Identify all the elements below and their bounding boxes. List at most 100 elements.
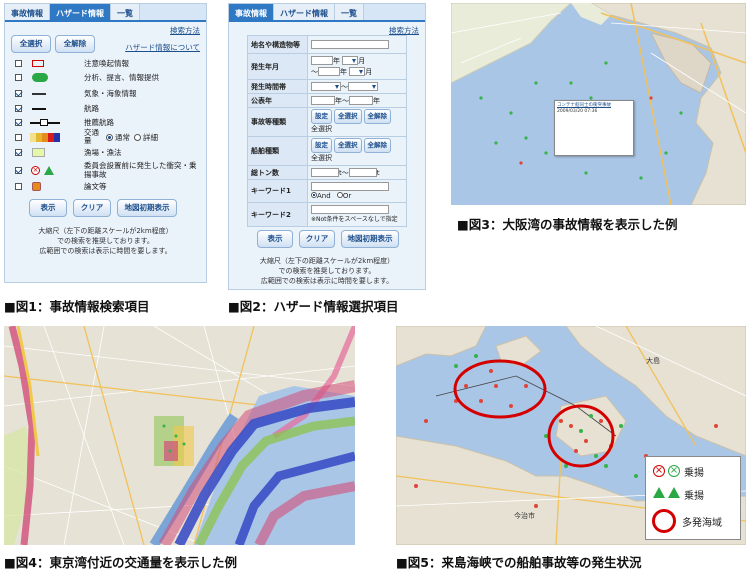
fig1-item-checkbox[interactable]: [15, 59, 22, 67]
fig2-clear-button[interactable]: クリア: [299, 230, 335, 248]
route-line-icon: [30, 104, 60, 113]
fig1-tab-list[interactable]: 一覧: [111, 4, 140, 20]
recommended-route-icon: [30, 118, 60, 127]
fig1-tab-accident[interactable]: 事故情報: [5, 4, 50, 20]
fig2-ship-setting-button[interactable]: 設定: [311, 138, 332, 153]
fig2-pub-from-input[interactable]: [311, 96, 335, 105]
fig2-keyword1-label: キーワード1: [247, 179, 308, 203]
fig2-month-to-select[interactable]: [349, 67, 366, 76]
fig1-item-row[interactable]: 漁場・漁法: [15, 146, 122, 158]
fig2-ship-type-label: 船舶種類: [247, 136, 308, 166]
fig2-accident-setting-button[interactable]: 設定: [311, 109, 332, 124]
fig1-item-row[interactable]: 気象・海象情報: [15, 87, 137, 99]
collision-x-icon: ×: [653, 465, 665, 477]
fig4-map-svg: [4, 326, 355, 545]
fig1-select-all-button[interactable]: 全選択: [11, 35, 51, 53]
fig5-legend: × × 乗揚 乗揚 多発海域: [645, 456, 741, 540]
radio-selected-icon[interactable]: [106, 133, 113, 141]
fig1-item-checkbox[interactable]: [15, 118, 22, 126]
fig1-item-checkbox[interactable]: [15, 182, 22, 190]
fig2-time-to-select[interactable]: [348, 82, 378, 91]
fig2-ship-select-all-button[interactable]: 全選択: [334, 138, 362, 153]
fig1-tab-hazard[interactable]: ハザード情報: [50, 4, 111, 20]
fig1-search-method-link[interactable]: 検索方法: [170, 25, 200, 36]
fig2-year-from-input[interactable]: [311, 56, 333, 65]
fig5-caption: ■図5：来島海峡での船舶事故等の発生状況: [396, 555, 642, 570]
fig1-item-checkbox[interactable]: [15, 89, 22, 97]
fig2-published-label: 公表年: [247, 93, 308, 108]
fig2-year-to-input[interactable]: [318, 67, 340, 76]
fig1-clear-button[interactable]: クリア: [73, 199, 111, 217]
fig1-item-row[interactable]: × 委員会設置前に発生した衝突・乗揚事故: [15, 160, 200, 180]
fig2-tab-list[interactable]: 一覧: [335, 4, 364, 20]
fig2-not-note: ※Not条件をスペースなしで指定: [311, 216, 398, 223]
fig2-accident-select-all-button[interactable]: 全選択: [334, 109, 362, 124]
fig5-label-imabari: 今治市: [514, 512, 535, 520]
hotspot-circle-icon: [652, 509, 676, 533]
fig2-month-from-select[interactable]: [342, 56, 359, 65]
fig1-item-row[interactable]: 交通量 通常 詳細: [15, 129, 158, 145]
fig1-item-checkbox[interactable]: [15, 166, 22, 174]
fig2-accident-status: 全選択: [311, 125, 332, 133]
collision-x-green-icon: ×: [668, 465, 680, 477]
fig2-tab-hazard[interactable]: ハザード情報: [274, 4, 335, 20]
fig3-info-popup[interactable]: コンテナ船同士の衝突事故 2009/03/20 07:36: [554, 100, 634, 156]
fig1-caption: ■図1：事故情報検索項目: [4, 299, 150, 314]
fig2-ship-status: 全選択: [311, 154, 332, 162]
fig1-item-checkbox[interactable]: [15, 104, 22, 112]
fig1-tab-bar: 事故情報 ハザード情報 一覧: [5, 4, 206, 22]
fig2-accident-deselect-button[interactable]: 全解除: [363, 109, 391, 124]
fig2-keyword1-input[interactable]: [311, 181, 389, 191]
fig5-legend-label-2: 乗揚: [684, 491, 704, 502]
fig1-item-row[interactable]: 注意喚起情報: [15, 57, 129, 69]
fig1-item-label: 論文等: [84, 181, 107, 191]
fig3-popup-date: 2009/03/20 07:36: [557, 109, 598, 114]
fig5-kurushima-map[interactable]: 今治市 大島 × × 乗揚 乗揚 多発海域: [396, 326, 746, 545]
fig1-traffic-detail-label: 詳細: [143, 132, 158, 142]
fig2-caption: ■図2：ハザード情報選択項目: [228, 299, 399, 314]
fig2-search-panel: 事故情報 ハザード情報 一覧 検索方法 地名や構造物等 発生年月 年 月 〜年 …: [228, 3, 426, 290]
fig1-item-label: 注意喚起情報: [84, 58, 129, 68]
fig2-tab-accident[interactable]: 事故情報: [229, 4, 274, 20]
fig2-display-button[interactable]: 表示: [257, 230, 293, 248]
fig2-place-label: 地名や構造物等: [247, 35, 308, 54]
fig2-note: 大縮尺（左下の距離スケールが2km程度） での検索を推奨しております。 広範囲で…: [259, 257, 395, 285]
fig1-deselect-all-button[interactable]: 全解除: [55, 35, 95, 53]
fig2-keyword2-label: キーワード2: [247, 202, 308, 227]
fig2-ship-deselect-button[interactable]: 全解除: [363, 138, 391, 153]
fig2-tonnage-to-input[interactable]: [348, 168, 377, 177]
fig4-tokyo-traffic-map[interactable]: [4, 326, 355, 545]
fig1-hazard-about-link[interactable]: ハザード情報について: [125, 42, 200, 53]
fig1-item-row[interactable]: 論文等: [15, 180, 107, 192]
fig2-tonnage-from-input[interactable]: [311, 168, 339, 177]
fig5-legend-label-3: 多発海域: [682, 518, 722, 529]
fig2-pub-to-input[interactable]: [349, 96, 373, 105]
paper-icon: [30, 181, 60, 191]
fig5-label-oshima: 大島: [646, 357, 660, 365]
fig2-time-from-select[interactable]: [311, 82, 341, 91]
grounding-triangle-icon: [653, 487, 665, 498]
fig1-item-row[interactable]: 推薦航路: [15, 116, 114, 128]
fig1-display-button[interactable]: 表示: [29, 199, 67, 217]
fig1-item-row[interactable]: 分析、提言、情報提供: [15, 71, 159, 83]
fig1-item-row[interactable]: 航路: [15, 102, 99, 114]
fig1-traffic-normal-label: 通常: [115, 132, 130, 142]
fig2-place-input[interactable]: [311, 40, 389, 49]
fig1-search-panel: 事故情報 ハザード情報 一覧 検索方法 全選択 全解除 ハザード情報について 注…: [4, 3, 207, 283]
fig2-reset-map-button[interactable]: 地図初期表示: [341, 230, 399, 248]
fig1-item-label: 分析、提言、情報提供: [84, 72, 159, 82]
radio-unselected-icon[interactable]: [134, 133, 141, 141]
fig2-accident-type-label: 事故等種類: [247, 107, 308, 137]
fig4-caption: ■図4：東京湾付近の交通量を表示した例: [4, 555, 238, 570]
fig2-keyword2-input[interactable]: [311, 204, 389, 214]
fig1-item-checkbox[interactable]: [15, 73, 22, 81]
fig5-legend-label-1: 乗揚: [684, 468, 704, 479]
fig2-tab-bar: 事故情報 ハザード情報 一覧: [229, 4, 425, 22]
fig1-item-checkbox[interactable]: [15, 148, 22, 156]
fig1-item-checkbox[interactable]: [15, 133, 22, 141]
fig1-item-label: 漁場・漁法: [84, 147, 122, 157]
red-rect-icon: [30, 59, 60, 68]
fig3-osaka-map[interactable]: コンテナ船同士の衝突事故 2009/03/20 07:36: [451, 3, 746, 205]
fig1-reset-map-button[interactable]: 地図初期表示: [117, 199, 177, 217]
traffic-gradient-icon: [30, 132, 60, 142]
